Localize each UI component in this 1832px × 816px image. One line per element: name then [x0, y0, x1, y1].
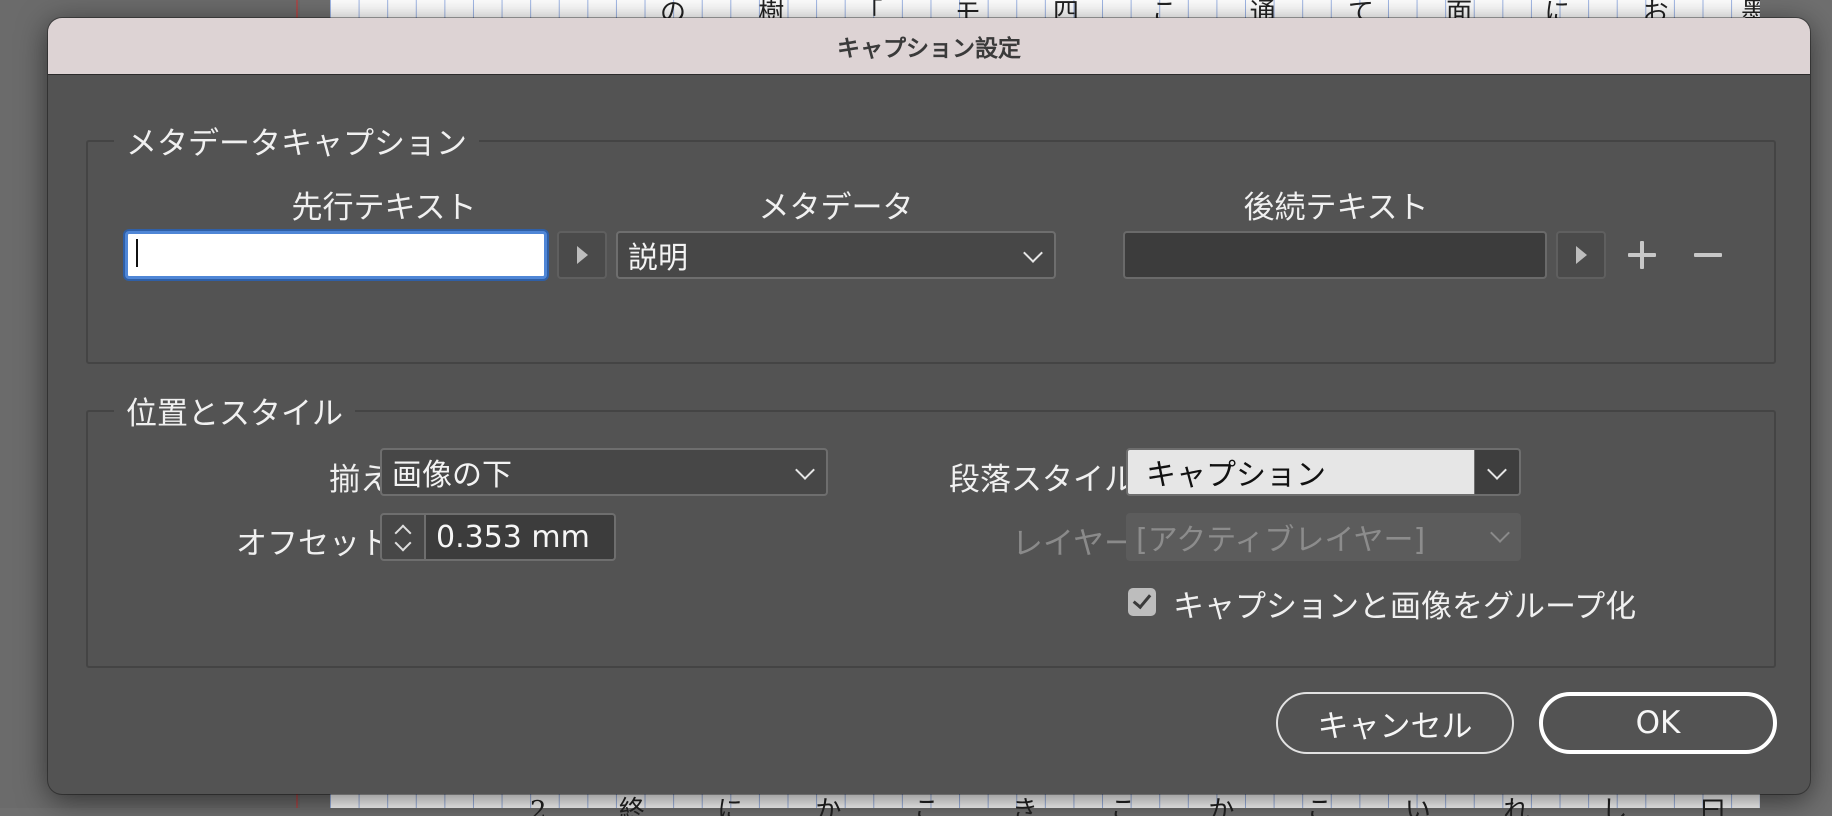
- offset-input[interactable]: 0.353 mm: [426, 513, 616, 561]
- paragraph-style-label: 段落スタイル：: [949, 462, 1166, 498]
- align-select-value: 画像の下: [392, 458, 512, 493]
- offset-stepper[interactable]: [380, 513, 426, 561]
- suffix-text-header: 後続テキスト: [1243, 190, 1429, 226]
- triangle-right-icon: [1575, 246, 1587, 264]
- prefix-text-input[interactable]: [125, 231, 547, 279]
- layer-select: [アクティブレイヤー]: [1126, 513, 1521, 561]
- caption-settings-dialog: キャプション設定 メタデータキャプション 先行テキスト メタデータ 後続テキスト…: [48, 18, 1810, 794]
- metadata-header: メタデータ: [758, 190, 914, 226]
- chevron-down-icon: [394, 534, 412, 552]
- metadata-caption-group-title: メタデータキャプション: [114, 118, 479, 163]
- metadata-select[interactable]: 説明: [616, 231, 1056, 279]
- chevron-down-icon: [1490, 523, 1510, 543]
- page-text-top: の 樹 「 モ 四 こ 通 て 面 に お 墨 金 た: [660, 0, 1760, 18]
- chevron-down-icon: [1487, 460, 1507, 480]
- metadata-select-value: 説明: [628, 241, 688, 276]
- cancel-button[interactable]: キャンセル: [1276, 692, 1514, 754]
- add-row-icon[interactable]: [1628, 241, 1656, 269]
- offset-label: オフセット：: [236, 526, 422, 562]
- dialog-title: キャプション設定: [48, 18, 1810, 75]
- position-style-group-title: 位置とスタイル: [114, 388, 355, 433]
- suffix-text-input[interactable]: [1123, 231, 1547, 279]
- ok-button[interactable]: OK: [1539, 692, 1777, 754]
- paragraph-style-dropdown-button[interactable]: [1475, 448, 1521, 496]
- chevron-down-icon: [795, 460, 815, 480]
- layer-select-value: [アクティブレイヤー]: [1136, 523, 1426, 558]
- suffix-insert-button[interactable]: [1556, 231, 1606, 279]
- group-caption-checkbox-label[interactable]: キャプションと画像をグループ化: [1173, 581, 1636, 626]
- prefix-insert-button[interactable]: [557, 231, 607, 279]
- chevron-down-icon: [1023, 243, 1043, 263]
- remove-row-icon[interactable]: [1694, 241, 1722, 269]
- group-caption-checkbox[interactable]: [1128, 588, 1156, 616]
- triangle-right-icon: [576, 246, 588, 264]
- prefix-text-header: 先行テキスト: [291, 190, 477, 226]
- paragraph-style-combo[interactable]: キャプション: [1126, 448, 1476, 496]
- align-select[interactable]: 画像の下: [380, 448, 828, 496]
